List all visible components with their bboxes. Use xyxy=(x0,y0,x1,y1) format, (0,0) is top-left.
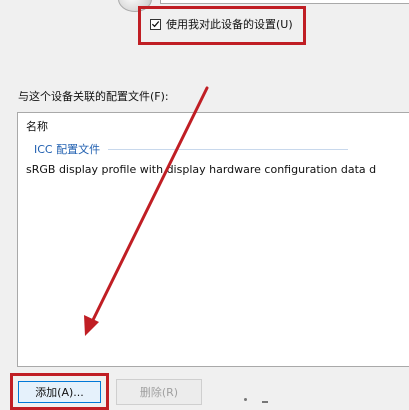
annotation-arrow xyxy=(84,86,209,336)
decor-dash xyxy=(262,401,268,403)
arrow-head-icon xyxy=(84,315,99,336)
decor-dot xyxy=(244,398,247,401)
